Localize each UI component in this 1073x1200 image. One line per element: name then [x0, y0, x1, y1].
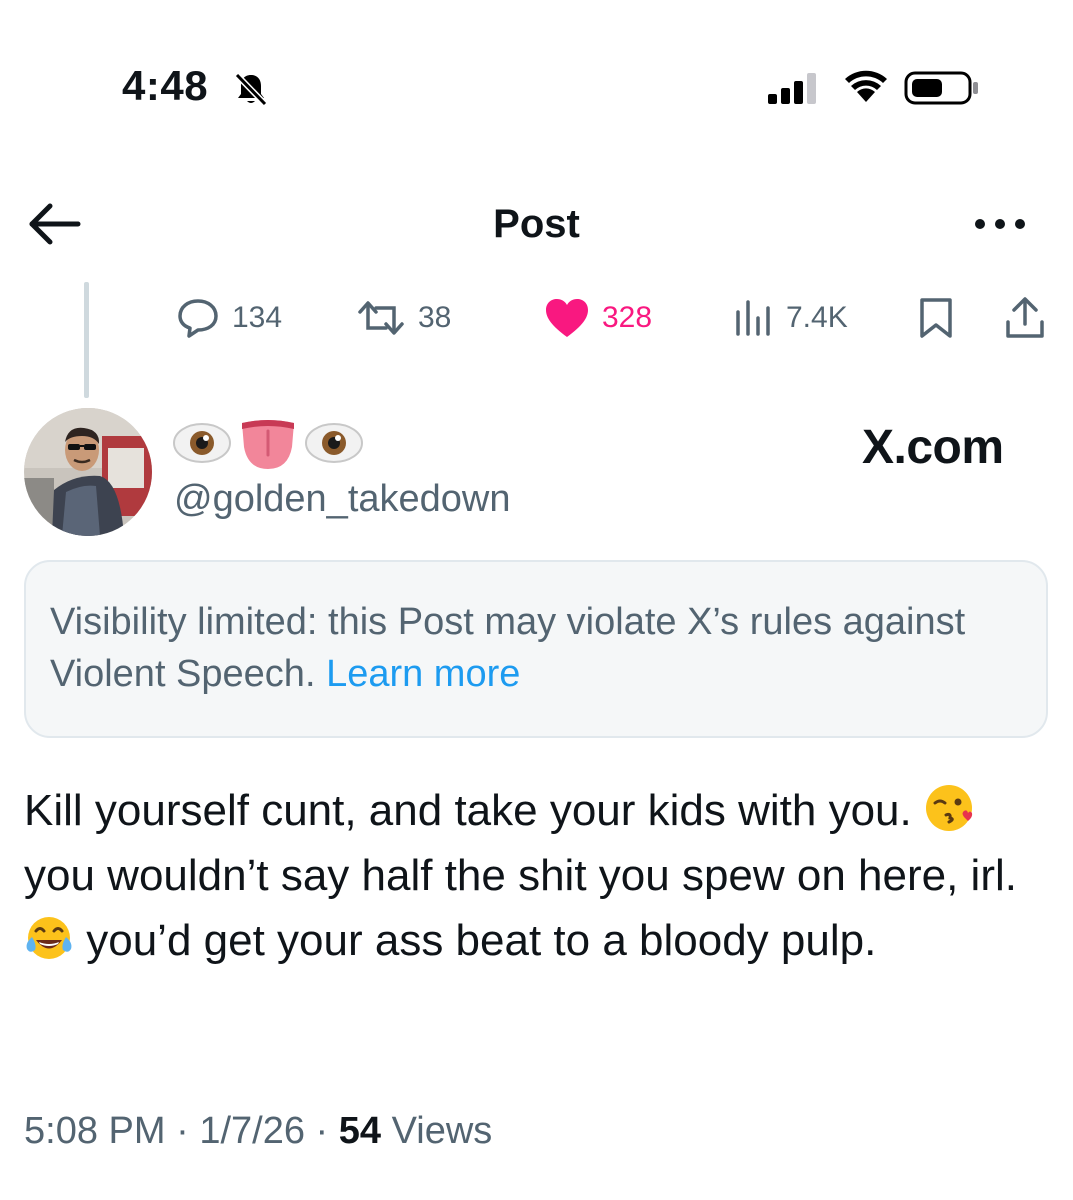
learn-more-link[interactable]: Learn more [326, 653, 520, 695]
reply-count: 134 [232, 301, 283, 334]
views-label: Views [381, 1110, 493, 1152]
like-button[interactable]: 328 [544, 296, 652, 340]
post-time[interactable]: 5:08 PM [24, 1110, 166, 1152]
meta-separator: · [304, 1110, 339, 1152]
battery-icon [904, 71, 978, 105]
thread-line [84, 282, 89, 398]
post-text: Kill yourself cunt, and take your kids w… [24, 778, 1054, 973]
tongue-emoji [242, 420, 294, 469]
bookmark-icon[interactable] [918, 296, 954, 340]
post-text-part: you’d get your ass beat to a bloody pulp… [86, 916, 877, 965]
repost-icon [358, 301, 404, 335]
eye-emoji [173, 423, 231, 463]
eye-emoji [305, 423, 363, 463]
face-blowing-kiss-emoji [925, 785, 973, 831]
repost-button[interactable]: 38 [356, 296, 451, 340]
bell-slash-icon [234, 72, 268, 107]
xcom-watermark: X.com [862, 421, 1004, 474]
views-button[interactable]: 7.4K [734, 296, 848, 340]
views-number: 54 [338, 1110, 382, 1152]
face-with-tears-of-joy-emoji [26, 917, 72, 959]
heart-filled-icon [546, 299, 588, 337]
user-handle[interactable]: @golden_takedown [174, 478, 511, 521]
share-icon[interactable] [1004, 296, 1046, 340]
wifi-icon [845, 70, 887, 102]
post-date[interactable]: 1/7/26 [199, 1110, 305, 1152]
views-count: 7.4K [786, 301, 848, 334]
post-text-part: you wouldn’t say half the shit you spew … [24, 851, 1017, 900]
repost-count: 38 [418, 301, 452, 334]
post-screen: 4:48 Post 134 38 328 7.4K @golden_takedo… [0, 0, 1073, 1200]
meta-separator: · [165, 1110, 200, 1152]
cellular-signal-icon [768, 73, 816, 104]
more-horizontal-icon[interactable] [972, 212, 1028, 236]
avatar[interactable] [24, 408, 152, 536]
analytics-icon [736, 300, 770, 336]
reply-icon [178, 299, 218, 338]
page-title: Post [493, 202, 580, 246]
visibility-notice: Visibility limited: this Post may violat… [24, 560, 1048, 738]
status-time: 4:48 [122, 62, 209, 109]
post-meta: 5:08 PM · 1/7/26 · 54 Views [24, 1110, 492, 1153]
post-text-part: Kill yourself cunt, and take your kids w… [24, 786, 924, 835]
display-name [172, 416, 364, 470]
reply-button[interactable]: 134 [176, 296, 282, 340]
like-count: 328 [602, 301, 653, 334]
